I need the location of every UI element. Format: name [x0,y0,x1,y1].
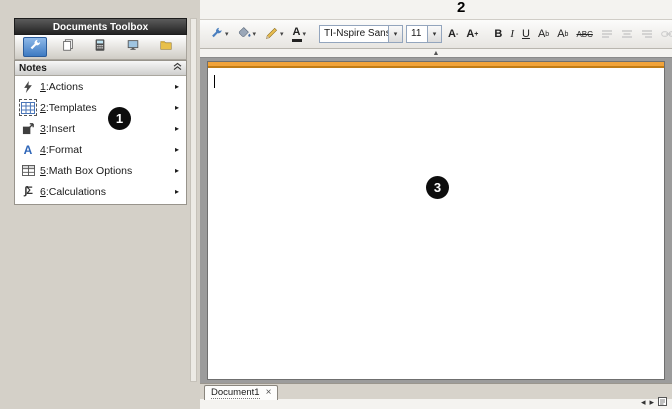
menu-item-format[interactable]: A 4:Format ▸ [15,139,186,160]
notes-panel-title: Notes [19,63,47,74]
folder-icon [159,38,173,57]
fill-color-button[interactable]: ▾ [234,24,260,44]
notes-panel-header[interactable]: Notes [15,61,186,76]
document-background [200,57,672,383]
submenu-arrow-icon: ▸ [175,145,179,154]
toolbox-tab-utilities[interactable] [154,37,178,57]
subscript-button[interactable]: Ab [554,24,571,44]
toolbox-tab-bar [14,35,187,60]
page-sorter-icon[interactable] [658,397,667,408]
calculator-icon [93,38,107,57]
previous-page-icon[interactable]: ◂ [641,397,646,408]
submenu-arrow-icon: ▸ [175,82,179,91]
chevron-down-icon: ▾ [253,30,257,38]
align-center-button [618,24,636,44]
formatting-toolbar: ▾ ▾ ▾ A ▾ TI-Nspire Sans ▾ 11 ▾ A [200,19,672,49]
wrench-icon [209,26,224,43]
document-tab-label: Document1 [211,387,260,399]
workspace: ▾ ▾ ▾ A ▾ TI-Nspire Sans ▾ 11 ▾ A [200,0,672,409]
superscript-button[interactable]: Ab [535,24,552,44]
menu-item-templates[interactable]: 2:Templates ▸ [15,97,186,118]
chevron-down-icon[interactable]: ▾ [389,25,403,43]
chevron-down-icon: ▾ [225,30,229,38]
toolbox-tab-page-sorter[interactable] [56,37,80,57]
font-size-select[interactable]: 11 ▾ [406,25,442,43]
menu-item-label: 3:Insert [40,123,75,135]
notes-panel: Notes 1:Actions ▸ 2:Templates ▸ 3:Insert… [14,60,187,205]
integral-sigma-icon: ∫Σ [19,183,37,200]
chevron-down-icon[interactable]: ▾ [428,25,442,43]
panel-splitter[interactable] [190,18,197,382]
align-left-button [598,24,616,44]
italic-button[interactable]: I [507,24,517,44]
line-color-button[interactable]: ▾ [261,24,287,44]
menu-item-label: 4:Format [40,144,82,156]
increase-font-size-button[interactable]: A+ [463,24,481,44]
page-navigation: ◂ ▸ [641,397,667,408]
toolbox-tab-smartview[interactable] [88,37,112,57]
toolbox-tab-content-explorer[interactable] [121,37,145,57]
font-family-select[interactable]: TI-Nspire Sans ▾ [319,25,403,43]
grid-icon [19,99,37,116]
underline-button[interactable]: U [519,24,533,44]
menu-item-actions[interactable]: 1:Actions ▸ [15,76,186,97]
document-tab[interactable]: Document1 × [204,385,278,400]
menu-item-calculations[interactable]: ∫Σ 6:Calculations ▸ [15,181,186,202]
menu-item-label: 1:Actions [40,81,83,93]
monitor-icon [126,38,140,57]
text-color-icon: A [292,26,302,41]
text-cursor [214,75,215,88]
pencil-icon [264,26,279,43]
callout-2: 2 [457,0,465,16]
font-family-value: TI-Nspire Sans [319,25,389,43]
math-box-icon [19,162,37,179]
documents-toolbox-title: Documents Toolbox [14,18,187,35]
decrease-font-size-button[interactable]: A- [445,24,461,44]
menu-item-label: 6:Calculations [40,186,106,198]
collapse-panel-icon[interactable] [173,62,182,74]
wrench-icon [28,38,42,57]
toolbar-collapse-handle[interactable]: ▲ [433,50,440,57]
callout-3: 3 [426,176,449,199]
submenu-arrow-icon: ▸ [175,166,179,175]
submenu-arrow-icon: ▸ [175,124,179,133]
font-size-value: 11 [406,25,428,43]
toolbox-tab-document-tools[interactable] [23,37,47,57]
menu-item-label: 5:Math Box Options [40,165,132,177]
menu-item-math-box-options[interactable]: 5:Math Box Options ▸ [15,160,186,181]
letter-a-icon: A [19,141,37,158]
lightning-icon [19,78,37,95]
menu-item-insert[interactable]: 3:Insert ▸ [15,118,186,139]
menu-item-label: 2:Templates [40,102,97,114]
text-color-button[interactable]: A ▾ [289,24,309,44]
link-icon [658,24,672,44]
callout-1: 1 [108,107,131,130]
submenu-arrow-icon: ▸ [175,187,179,196]
next-page-icon[interactable]: ▸ [649,397,654,408]
paint-bucket-icon [237,26,252,43]
submenu-arrow-icon: ▸ [175,103,179,112]
close-icon[interactable]: × [266,388,272,398]
strikethrough-button[interactable]: ABC [573,24,595,44]
chevron-down-icon: ▾ [280,30,284,38]
align-right-button [638,24,656,44]
bold-button[interactable]: B [491,24,505,44]
disabled-tool-group [598,24,672,44]
pages-icon [61,38,75,57]
document-tab-strip: Document1 × [200,383,672,399]
chevron-down-icon: ▾ [303,30,307,38]
document-page[interactable] [207,61,665,380]
insert-icon [19,120,37,137]
page-accent-bar [208,62,664,68]
tools-menu-button[interactable]: ▾ [206,24,232,44]
